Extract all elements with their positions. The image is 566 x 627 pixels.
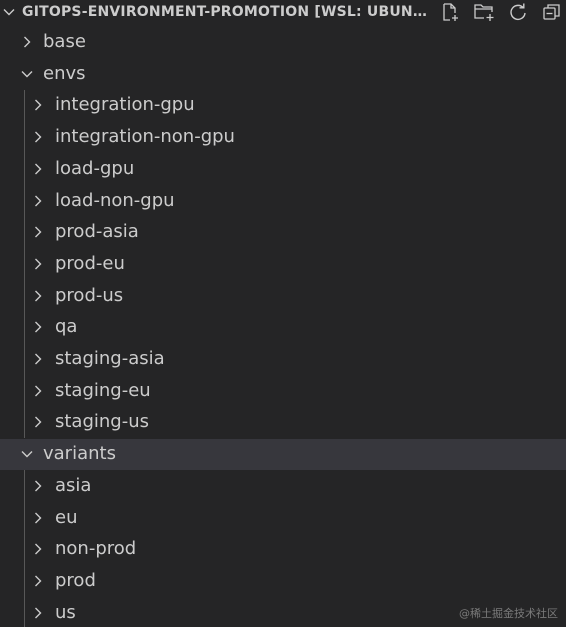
tree-item-qa[interactable]: qa [0,312,566,343]
chevron-right-icon[interactable] [31,162,45,176]
tree-item-variants[interactable]: variants [0,439,566,470]
tree-item-label: staging-us [55,411,150,432]
chevron-right-icon[interactable] [31,479,45,493]
explorer-header[interactable]: GITOPS-ENVIRONMENT-PROMOTION [WSL: UBUNT… [0,0,566,24]
explorer-panel: GITOPS-ENVIRONMENT-PROMOTION [WSL: UBUNT… [0,0,566,627]
tree-item-staging-eu[interactable]: staging-eu [0,376,566,407]
tree-item-label: staging-eu [55,380,151,401]
chevron-right-icon[interactable] [31,289,45,303]
tree-item-label: prod-us [55,285,124,306]
chevron-right-icon[interactable] [31,511,45,525]
tree-item-staging-us[interactable]: staging-us [0,407,566,438]
new-folder-button[interactable] [472,0,496,24]
chevron-down-icon[interactable] [20,447,34,461]
watermark: @稀土掘金技术社区 [459,607,558,620]
tree-item-label: integration-non-gpu [55,126,235,147]
tree-item-integration-gpu[interactable]: integration-gpu [0,90,566,121]
tree-item-label: us [55,602,76,623]
chevron-right-icon[interactable] [31,225,45,239]
refresh-button[interactable] [506,0,530,24]
tree-item-label: non-prod [55,538,137,559]
chevron-right-icon[interactable] [31,384,45,398]
tree-item-label: eu [55,507,78,528]
new-file-button[interactable] [438,0,462,24]
tree-item-prod-us[interactable]: prod-us [0,281,566,312]
tree-item-label: prod-asia [55,221,139,242]
chevron-right-icon[interactable] [31,574,45,588]
tree-item-prod-eu[interactable]: prod-eu [0,249,566,280]
chevron-down-icon[interactable] [2,5,16,19]
chevron-right-icon[interactable] [20,35,34,49]
new-folder-icon [474,4,494,21]
collapse-all-icon [543,4,560,20]
chevron-right-icon[interactable] [31,98,45,112]
new-file-icon [443,3,458,21]
tree-item-label: staging-asia [55,348,165,369]
chevron-right-icon[interactable] [31,606,45,620]
chevron-down-icon[interactable] [20,67,34,81]
tree-item-label: load-non-gpu [55,190,175,211]
tree-item-label: base [43,31,86,52]
tree-item-label: envs [43,63,86,84]
tree-item-label: prod [55,570,96,591]
tree-item-label: integration-gpu [55,94,195,115]
tree-item-label: asia [55,475,92,496]
tree-item-prod-asia[interactable]: prod-asia [0,217,566,248]
chevron-right-icon[interactable] [31,194,45,208]
tree-item-integration-non-gpu[interactable]: integration-non-gpu [0,122,566,153]
tree-item-base[interactable]: base [0,27,566,58]
tree-item-label: variants [43,443,116,464]
tree-item-load-non-gpu[interactable]: load-non-gpu [0,186,566,217]
chevron-right-icon[interactable] [31,320,45,334]
tree-item-label: prod-eu [55,253,125,274]
tree-item-non-prod[interactable]: non-prod [0,534,566,565]
tree-item-label: load-gpu [55,158,135,179]
chevron-right-icon[interactable] [31,415,45,429]
tree-item-label: qa [55,316,78,337]
workspace-title: GITOPS-ENVIRONMENT-PROMOTION [WSL: UBUNT… [22,4,430,20]
tree-item-prod[interactable]: prod [0,566,566,597]
chevron-right-icon[interactable] [31,130,45,144]
tree-item-staging-asia[interactable]: staging-asia [0,344,566,375]
tree-item-eu[interactable]: eu [0,503,566,534]
chevron-right-icon[interactable] [31,257,45,271]
collapse-all-button[interactable] [540,0,564,24]
refresh-icon [510,3,526,21]
chevron-right-icon[interactable] [31,542,45,556]
tree-item-load-gpu[interactable]: load-gpu [0,154,566,185]
chevron-right-icon[interactable] [31,352,45,366]
tree-item-envs[interactable]: envs [0,59,566,90]
tree-item-asia[interactable]: asia [0,471,566,502]
